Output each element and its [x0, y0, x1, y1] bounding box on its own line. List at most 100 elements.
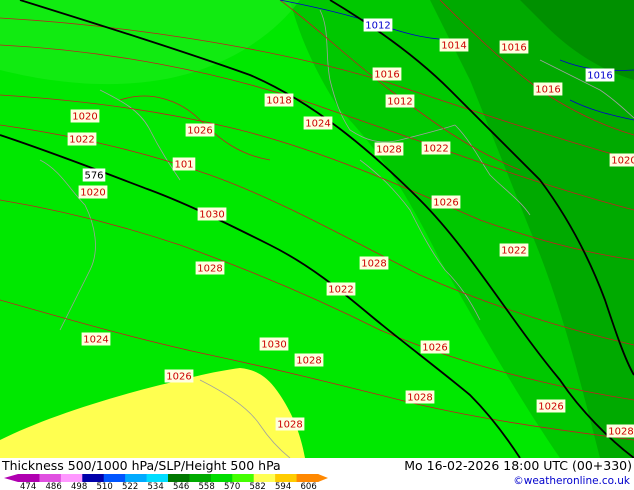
- legend-swatch: [125, 474, 148, 482]
- pressure-label: 1014: [439, 38, 469, 52]
- pressure-label: 1028: [275, 417, 305, 431]
- label-text: 1030: [261, 340, 286, 351]
- legend-tick: 474: [20, 482, 36, 490]
- legend-swatch: [253, 474, 276, 482]
- label-text: 1028: [407, 393, 432, 404]
- legend-tick: 570: [224, 482, 240, 490]
- legend-swatch: [60, 474, 83, 482]
- label-text: 1024: [305, 119, 330, 130]
- legend-swatch: [168, 474, 190, 482]
- label-text: 1030: [199, 210, 224, 221]
- pressure-label: 1024: [303, 116, 333, 130]
- legend-tick: 546: [173, 482, 189, 490]
- pressure-label: 1030: [197, 207, 227, 221]
- pressure-label: 1020: [70, 109, 100, 123]
- legend-swatch: [82, 474, 105, 482]
- label-text: 1026: [538, 402, 563, 413]
- blue-pressure-label: 1012: [363, 18, 393, 32]
- legend-tick: 522: [122, 482, 138, 490]
- label-text: 1026: [187, 126, 212, 137]
- legend-swatch: [296, 474, 319, 482]
- label-text: 1020: [72, 112, 97, 123]
- legend-tick: 498: [71, 482, 87, 490]
- credit-link[interactable]: ©weatheronline.co.uk: [513, 475, 630, 487]
- label-text: 1028: [361, 259, 386, 270]
- pressure-label: 1028: [606, 424, 634, 438]
- legend-tick: 510: [97, 482, 113, 490]
- label-text: 1020: [611, 156, 634, 167]
- label-text: 1012: [365, 21, 390, 32]
- pressure-label: 1020: [78, 185, 108, 199]
- label-text: 1022: [423, 144, 448, 155]
- legend-tick: 486: [46, 482, 62, 490]
- legend-arrow-left: [4, 474, 18, 482]
- pressure-label: 1024: [81, 332, 111, 346]
- pressure-label: 1026: [185, 123, 215, 137]
- label-text: 1028: [608, 427, 633, 438]
- label-text: 576: [84, 171, 103, 182]
- height-labels: 576: [82, 168, 106, 182]
- pressure-label: 1022: [67, 132, 97, 146]
- map-datetime: Mo 16-02-2026 18:00 UTC (00+330): [404, 458, 632, 473]
- pressure-label: 1016: [372, 67, 402, 81]
- legend-swatch: [210, 474, 233, 482]
- footer: Thickness 500/1000 hPa/SLP/Height 500 hP…: [0, 458, 634, 490]
- legend-arrow-right: [318, 474, 328, 482]
- label-text: 1026: [166, 372, 191, 383]
- pressure-label: 1028: [374, 142, 404, 156]
- legend-swatch: [275, 474, 298, 482]
- label-text: 1016: [587, 71, 612, 82]
- pressure-label: 1026: [536, 399, 566, 413]
- legend-tick: 534: [148, 482, 164, 490]
- pressure-label: 1026: [164, 369, 194, 383]
- label-text: 1016: [535, 85, 560, 96]
- map-title: Thickness 500/1000 hPa/SLP/Height 500 hP…: [2, 458, 281, 473]
- pressure-label: 1030: [259, 337, 289, 351]
- weather-map: 1014 1016 1016 1016 1012 1018 1020 1026 1024 1022…: [0, 0, 634, 458]
- pressure-label: 1028: [195, 261, 225, 275]
- label-text: 1026: [422, 343, 447, 354]
- pressure-label: 1028: [405, 390, 435, 404]
- pressure-label: 1016: [533, 82, 563, 96]
- label-text: 1016: [374, 70, 399, 81]
- blue-pressure-label: 1016: [585, 68, 615, 82]
- legend-swatch: [103, 474, 126, 482]
- legend-tick: 594: [275, 482, 291, 490]
- height-label: 576: [82, 168, 106, 182]
- label-text: 1014: [441, 41, 466, 52]
- label-text: 1028: [296, 356, 321, 367]
- label-text: 1012: [387, 97, 412, 108]
- label-text: 1028: [277, 420, 302, 431]
- pressure-label: 1020: [609, 153, 634, 167]
- pressure-label: 1016: [499, 40, 529, 54]
- legend-swatch: [146, 474, 169, 482]
- label-text: 1022: [501, 246, 526, 257]
- pressure-label: 1022: [499, 243, 529, 257]
- label-text: 1026: [433, 198, 458, 209]
- pressure-label: 1028: [359, 256, 389, 270]
- pressure-label: 1028: [294, 353, 324, 367]
- legend-swatch: [232, 474, 255, 482]
- pressure-label: 1026: [420, 340, 450, 354]
- pressure-label: 101: [172, 157, 196, 171]
- pressure-label: 1022: [326, 282, 356, 296]
- pressure-label: 1022: [421, 141, 451, 155]
- label-text: 1028: [197, 264, 222, 275]
- label-text: 1018: [266, 96, 291, 107]
- legend-swatch: [39, 474, 62, 482]
- legend-tick: 558: [199, 482, 215, 490]
- label-text: 101: [174, 160, 193, 171]
- legend-tick: 582: [250, 482, 266, 490]
- label-text: 1024: [83, 335, 108, 346]
- legend-swatch: [18, 474, 40, 482]
- legend-tick: 606: [301, 482, 317, 490]
- label-text: 1028: [376, 145, 401, 156]
- label-text: 1016: [501, 43, 526, 54]
- pressure-label: 1018: [264, 93, 294, 107]
- label-text: 1022: [328, 285, 353, 296]
- color-legend: 474 486 498 510 522 534 546 558 570 582 594 606: [4, 474, 328, 490]
- label-text: 1020: [80, 188, 105, 199]
- pressure-label: 1012: [385, 94, 415, 108]
- legend-swatch: [189, 474, 212, 482]
- label-text: 1022: [69, 135, 94, 146]
